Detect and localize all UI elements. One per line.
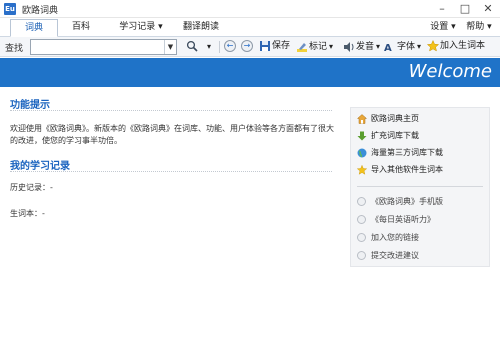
study-record-heading: 我的学习记录 <box>10 161 70 172</box>
tab-encyclopedia[interactable]: 百科 <box>66 19 96 37</box>
tab-dictionary[interactable]: 词典 <box>10 19 58 37</box>
window-title: 欧路词典 <box>22 6 59 16</box>
font-label: 字体 <box>397 42 416 52</box>
link-add-your-link[interactable]: 加入您的链接 <box>357 231 419 245</box>
item-label: 加入您的链接 <box>371 233 419 242</box>
pronounce-label: 发音 <box>356 42 375 52</box>
link-label: 导入其他软件生词本 <box>371 165 443 174</box>
search-button[interactable] <box>186 39 199 55</box>
search-combobox[interactable]: ▼ <box>30 39 177 55</box>
forward-button[interactable]: → <box>241 39 253 55</box>
link-daily-english-listening[interactable]: 《每日英语听力》 <box>357 213 435 227</box>
app-logo-icon: Eu <box>4 3 16 15</box>
title-bar: Eu 欧路词典 – □ ✕ <box>0 0 500 18</box>
tab-study-record[interactable]: 学习记录 ▾ <box>112 19 170 37</box>
toolbar-divider <box>219 41 220 53</box>
back-arrow-icon: ← <box>224 39 236 52</box>
home-icon <box>357 113 367 124</box>
search-options-dropdown[interactable]: ▾ <box>207 39 211 55</box>
item-label: 《欧路词典》手机版 <box>371 197 443 206</box>
font-size-icon: A <box>384 43 392 53</box>
link-label: 欧路词典主页 <box>371 114 419 123</box>
bullet-icon <box>357 197 366 206</box>
vocabulary-book: 生词本：- <box>10 209 45 218</box>
help-menu[interactable]: 帮助 ▾ <box>463 19 495 37</box>
item-label: 提交改进建议 <box>371 251 419 260</box>
add-vocab-label: 加入生词本 <box>440 41 486 51</box>
save-button[interactable]: 保存 <box>259 39 290 55</box>
link-homepage[interactable]: 欧路词典主页 <box>357 112 419 126</box>
bullet-icon <box>357 215 366 224</box>
section-divider <box>10 171 332 172</box>
toolbar: 查找 ▼ ▾ ← → 保存 标记 ▾ 发音 ▾ A 字体 ▾ 加入生词本 <box>0 37 500 57</box>
pronounce-button[interactable]: 发音 ▾ <box>343 39 380 55</box>
bullet-icon <box>357 251 366 260</box>
minimize-button[interactable]: – <box>431 1 453 17</box>
welcome-banner: Welcome <box>0 58 500 87</box>
search-history-dropdown[interactable]: ▼ <box>164 40 176 54</box>
link-label: 扩充词库下载 <box>371 131 419 140</box>
star-icon <box>427 39 439 52</box>
link-import-vocabulary[interactable]: 导入其他软件生词本 <box>357 163 443 177</box>
lookup-label: 查找 <box>5 44 24 54</box>
mark-dropdown[interactable]: ▾ <box>329 42 333 51</box>
mark-label: 标记 <box>309 42 328 52</box>
mark-button[interactable]: 标记 ▾ <box>296 39 333 55</box>
font-dropdown[interactable]: ▾ <box>417 42 421 51</box>
link-third-party-dictionaries[interactable]: 海量第三方词库下载 <box>357 146 443 160</box>
main-tab-bar: 词典 百科 学习记录 ▾ 翻译朗读 设置 ▾ 帮助 ▾ <box>0 18 500 37</box>
item-label: 《每日英语听力》 <box>371 215 435 224</box>
feature-tips-heading: 功能提示 <box>10 100 50 111</box>
svg-text:A: A <box>384 43 392 53</box>
side-panel-divider <box>357 186 483 187</box>
link-submit-suggestions[interactable]: 提交改进建议 <box>357 249 419 263</box>
intro-paragraph: 欢迎使用《欧路词典》。新版本的《欧路词典》在词库、功能、用户体验等各方面都有了很… <box>10 124 334 145</box>
star-icon <box>357 164 367 175</box>
magnifier-icon <box>186 40 198 52</box>
back-button[interactable]: ← <box>224 39 236 55</box>
speaker-icon <box>344 41 354 52</box>
maximize-button[interactable]: □ <box>454 1 476 17</box>
highlighter-icon <box>297 42 307 52</box>
download-arrow-icon <box>357 131 367 140</box>
font-button[interactable]: A 字体 ▾ <box>384 39 421 55</box>
tab-translate[interactable]: 翻译朗读 <box>178 19 224 37</box>
pronounce-dropdown[interactable]: ▾ <box>376 42 380 51</box>
add-to-vocabulary-button[interactable]: 加入生词本 <box>427 39 485 55</box>
link-label: 海量第三方词库下载 <box>371 148 443 157</box>
welcome-text: Welcome <box>408 61 492 82</box>
close-button[interactable]: ✕ <box>477 1 499 17</box>
globe-icon <box>357 148 367 157</box>
search-input[interactable] <box>33 41 163 53</box>
section-divider <box>10 110 332 111</box>
bullet-icon <box>357 233 366 242</box>
floppy-disk-icon <box>260 40 270 51</box>
link-extend-dictionary-download[interactable]: 扩充词库下载 <box>357 129 419 143</box>
history-record: 历史记录：- <box>10 183 53 192</box>
link-mobile-version[interactable]: 《欧路词典》手机版 <box>357 195 443 209</box>
forward-arrow-icon: → <box>241 39 253 52</box>
save-label: 保存 <box>272 41 291 51</box>
quick-links-panel: 欧路词典主页 扩充词库下载 海量第三方词库下载 导入其他软件生词本 《欧路词典》… <box>350 107 490 267</box>
settings-menu[interactable]: 设置 ▾ <box>428 19 458 37</box>
